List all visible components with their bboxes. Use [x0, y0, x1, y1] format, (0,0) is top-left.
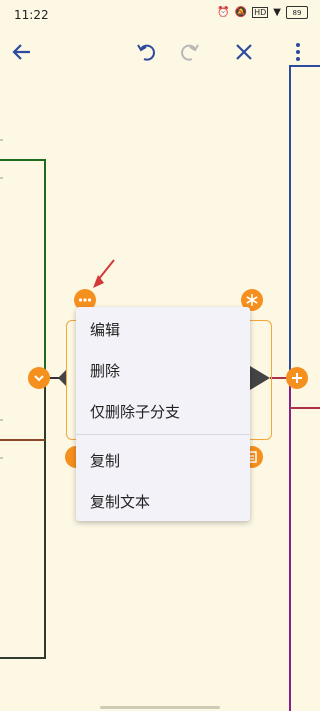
plus-icon	[292, 373, 302, 383]
collapse-left-triangle	[58, 370, 66, 386]
menu-item-label: 编辑	[90, 320, 121, 339]
chevron-down-icon	[34, 375, 44, 382]
branch-green	[0, 159, 46, 378]
more-horizontal-icon	[78, 298, 92, 302]
menu-item-delete[interactable]: 删除	[76, 350, 250, 390]
menu-item-edit[interactable]: 编辑	[76, 309, 250, 349]
branch-blue	[289, 65, 320, 378]
branch-dark	[0, 378, 46, 659]
gesture-bar	[100, 706, 220, 709]
menu-divider	[76, 434, 250, 435]
red-arrow-shaft	[97, 259, 115, 281]
collapse-button[interactable]	[28, 367, 50, 389]
add-child-button[interactable]	[286, 367, 308, 389]
menu-item-label: 仅删除子分支	[90, 402, 181, 421]
menu-item-label: 复制	[90, 451, 121, 470]
menu-item-label: 复制文本	[90, 492, 151, 511]
asterisk-icon	[246, 294, 258, 306]
context-menu: 编辑 删除 仅删除子分支 复制 复制文本	[76, 307, 250, 521]
menu-item-label: 删除	[90, 361, 121, 380]
menu-item-copy-text[interactable]: 复制文本	[76, 481, 250, 521]
menu-item-copy[interactable]: 复制	[76, 440, 250, 480]
menu-item-delete-children[interactable]: 仅删除子分支	[76, 391, 250, 431]
left-ticks	[0, 139, 3, 459]
red-arrow-head	[93, 275, 104, 288]
